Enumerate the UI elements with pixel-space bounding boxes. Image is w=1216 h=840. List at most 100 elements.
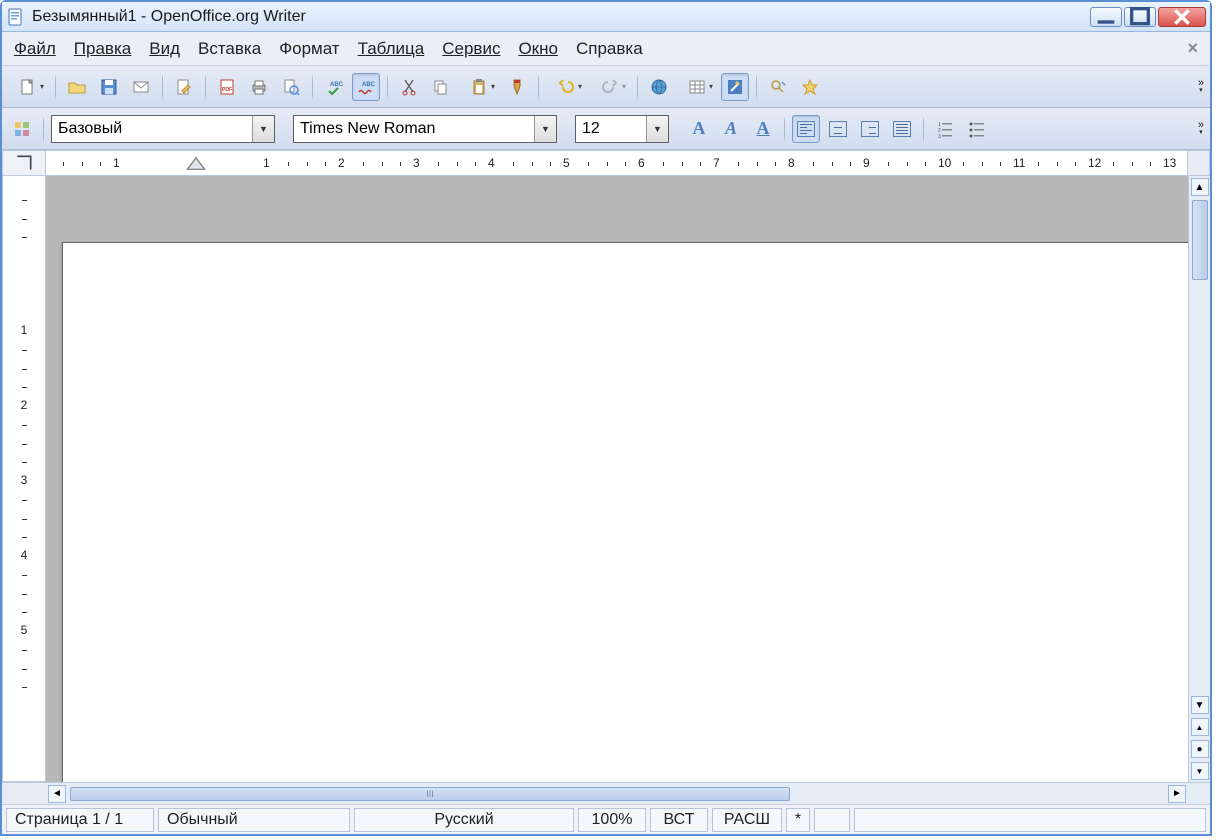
scroll-down-icon[interactable]: ▼	[1191, 696, 1209, 714]
dropdown-icon[interactable]	[252, 116, 274, 142]
numbered-list-button[interactable]: 123	[931, 115, 959, 143]
print-preview-button[interactable]	[277, 73, 305, 101]
scroll-up-icon[interactable]: ▲	[1191, 178, 1209, 196]
ruler-tick: 1	[3, 323, 45, 337]
align-left-button[interactable]	[792, 115, 820, 143]
scroll-thumb[interactable]	[1192, 200, 1208, 280]
ruler-tick: 8	[788, 151, 795, 175]
print-button[interactable]	[245, 73, 273, 101]
next-page-icon[interactable]: ▼	[1191, 762, 1209, 780]
dropdown-icon[interactable]	[534, 116, 556, 142]
status-page-style[interactable]: Обычный	[158, 808, 350, 832]
menu-file[interactable]: Файл	[14, 39, 56, 59]
status-signature[interactable]	[814, 808, 850, 832]
find-replace-button[interactable]	[764, 73, 792, 101]
copy-button[interactable]	[427, 73, 455, 101]
navigator-button[interactable]	[796, 73, 824, 101]
dropdown-icon[interactable]	[646, 116, 668, 142]
ruler-tick: 11	[1013, 151, 1025, 175]
close-button[interactable]	[1158, 7, 1206, 27]
bold-button[interactable]: A	[685, 115, 713, 143]
minimize-button[interactable]	[1090, 7, 1122, 27]
horizontal-ruler[interactable]: 11234567891011121314	[46, 150, 1188, 176]
titlebar[interactable]: Безымянный1 - OpenOffice.org Writer	[2, 2, 1210, 32]
format-paintbrush-button[interactable]	[503, 73, 531, 101]
export-pdf-button[interactable]: PDF	[213, 73, 241, 101]
scroll-left-icon[interactable]: ◄	[48, 785, 66, 803]
toolbar-more-icon[interactable]: »▾	[1198, 79, 1204, 95]
align-center-button[interactable]	[824, 115, 852, 143]
align-right-button[interactable]	[856, 115, 884, 143]
menu-table[interactable]: Таблица	[358, 39, 425, 59]
undo-button[interactable]	[546, 73, 586, 101]
menu-edit[interactable]: Правка	[74, 39, 131, 59]
page[interactable]	[62, 242, 1188, 782]
autospellcheck-button[interactable]: ABC	[352, 73, 380, 101]
open-button[interactable]	[63, 73, 91, 101]
ruler-tick: 5	[563, 151, 570, 175]
menu-view[interactable]: Вид	[149, 39, 180, 59]
show-draw-functions-button[interactable]	[721, 73, 749, 101]
email-button[interactable]	[127, 73, 155, 101]
ruler-corner[interactable]	[2, 150, 46, 176]
ruler-tick: 7	[713, 151, 720, 175]
toolbar-more-icon[interactable]: »▾	[1198, 121, 1204, 137]
svg-text:3: 3	[938, 134, 941, 139]
italic-button[interactable]: A	[717, 115, 745, 143]
cut-button[interactable]	[395, 73, 423, 101]
app-icon	[6, 7, 26, 27]
close-document-icon[interactable]: ×	[1187, 38, 1198, 59]
indent-marker-icon[interactable]	[186, 155, 200, 169]
menu-window[interactable]: Окно	[518, 39, 558, 59]
standard-toolbar: PDF ABC ABC »▾	[2, 66, 1210, 108]
ruler-tick: 2	[338, 151, 345, 175]
status-insert-mode[interactable]: ВСТ	[650, 808, 708, 832]
ruler-tick: 4	[3, 548, 45, 562]
styles-window-button[interactable]	[8, 115, 36, 143]
ruler-tick: 3	[413, 151, 420, 175]
underline-button[interactable]: A	[749, 115, 777, 143]
align-justify-button[interactable]	[888, 115, 916, 143]
paragraph-style-combo[interactable]: Базовый	[51, 115, 275, 143]
status-modified[interactable]: *	[786, 808, 810, 832]
horizontal-scrollbar[interactable]: ◄ III ►	[46, 782, 1188, 804]
svg-text:ABC: ABC	[362, 82, 376, 88]
vertical-scrollbar[interactable]: ▲ ▼ ▲ ● ▼	[1188, 176, 1210, 782]
menu-insert[interactable]: Вставка	[198, 39, 261, 59]
nav-target-icon[interactable]: ●	[1191, 740, 1209, 758]
status-zoom[interactable]: 100%	[578, 808, 646, 832]
ruler-tick: 1	[263, 151, 270, 175]
status-selection-mode[interactable]: РАСШ	[712, 808, 782, 832]
ruler-tick: 3	[3, 473, 45, 487]
status-page[interactable]: Страница 1 / 1	[6, 808, 154, 832]
app-window: Безымянный1 - OpenOffice.org Writer Файл…	[0, 0, 1212, 836]
maximize-button[interactable]	[1124, 7, 1156, 27]
ruler-tick: 6	[638, 151, 645, 175]
menu-format[interactable]: Формат	[279, 39, 339, 59]
bulleted-list-button[interactable]	[963, 115, 991, 143]
prev-page-icon[interactable]: ▲	[1191, 718, 1209, 736]
document-view[interactable]	[46, 176, 1188, 782]
svg-text:PDF: PDF	[222, 87, 232, 93]
table-button[interactable]	[677, 73, 717, 101]
font-name-combo[interactable]: Times New Roman	[293, 115, 557, 143]
statusbar: Страница 1 / 1 Обычный Русский 100% ВСТ …	[2, 804, 1210, 834]
ruler-tick: 9	[863, 151, 870, 175]
status-language[interactable]: Русский	[354, 808, 574, 832]
menu-tools[interactable]: Сервис	[442, 39, 500, 59]
status-info[interactable]	[854, 808, 1206, 832]
scroll-thumb[interactable]: III	[70, 787, 790, 801]
ruler-tick: 5	[3, 623, 45, 637]
save-button[interactable]	[95, 73, 123, 101]
spellcheck-button[interactable]: ABC	[320, 73, 348, 101]
menu-help[interactable]: Справка	[576, 39, 643, 59]
hyperlink-button[interactable]	[645, 73, 673, 101]
new-document-button[interactable]	[8, 73, 48, 101]
vertical-ruler[interactable]: 12345	[2, 176, 46, 782]
paste-button[interactable]	[459, 73, 499, 101]
edit-file-button[interactable]	[170, 73, 198, 101]
font-size-combo[interactable]: 12	[575, 115, 669, 143]
scroll-right-icon[interactable]: ►	[1168, 785, 1186, 803]
window-title: Безымянный1 - OpenOffice.org Writer	[32, 8, 1090, 26]
redo-button[interactable]	[590, 73, 630, 101]
